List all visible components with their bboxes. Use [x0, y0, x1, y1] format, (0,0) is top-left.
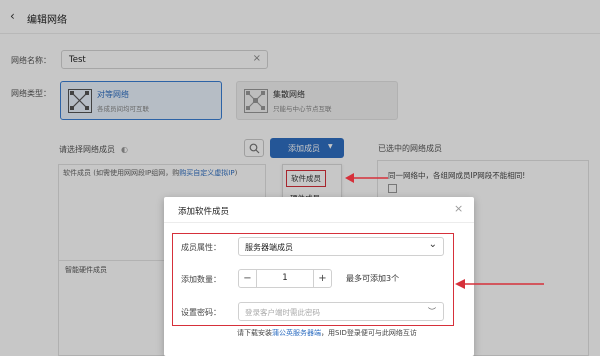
download-hint-prefix: 请下载安装: [237, 329, 272, 337]
download-hint-suffix: ，用SID登录便可与此网络互访: [321, 329, 417, 337]
highlight-box: [172, 233, 454, 326]
annotation-arrow-icon: [345, 173, 388, 183]
add-software-member-dialog: 添加软件成员 × 成员属性： 服务器端成员 ⌄ 添加数量： − 1 + 最多可添…: [164, 197, 474, 356]
server-download-link[interactable]: 蒲公英服务器端: [272, 329, 321, 337]
divider: [164, 222, 474, 223]
download-hint: 请下载安装蒲公英服务器端，用SID登录便可与此网络互访: [237, 328, 417, 338]
close-icon[interactable]: ×: [454, 202, 463, 215]
dialog-title: 添加软件成员: [178, 207, 230, 217]
annotation-arrow-icon: [455, 279, 544, 289]
